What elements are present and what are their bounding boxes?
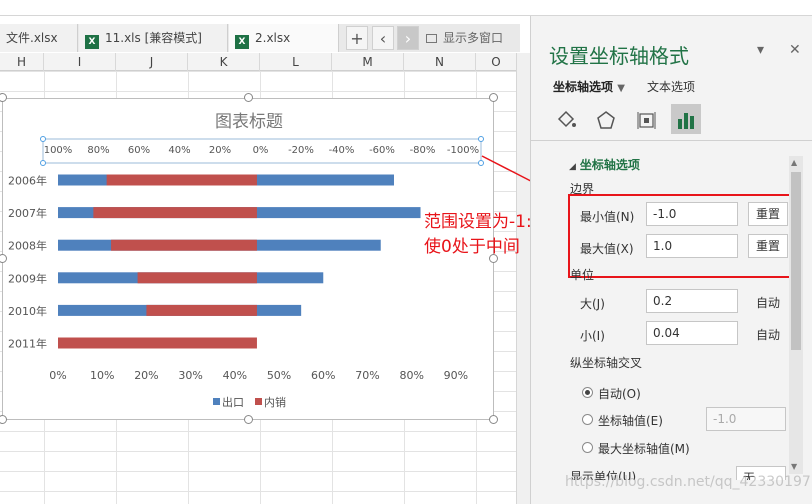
radio-axis-value-label[interactable]: 坐标轴值(E) (598, 412, 663, 429)
close-icon[interactable]: ✕ (789, 42, 801, 58)
major-unit-label: 大(J) (580, 297, 605, 311)
major-auto-label[interactable]: 自动 (756, 294, 780, 311)
panel-title: 设置坐标轴格式 (549, 44, 689, 68)
callout-line: 使0处于中间 (424, 237, 520, 257)
collapse-icon: ◢ (569, 162, 576, 172)
major-unit-input[interactable]: 0.2 (646, 289, 738, 313)
section-axis-options[interactable]: ◢ 坐标轴选项 (569, 156, 640, 173)
panel-scrollbar-thumb[interactable] (791, 172, 801, 350)
panel-divider (531, 140, 812, 141)
scroll-up-icon[interactable]: ▲ (791, 158, 797, 167)
watermark: https://blog.csdn.net/qq_42330197 (565, 474, 811, 490)
callout-line: 范围设置为-1:1 (424, 212, 543, 232)
minor-auto-label[interactable]: 自动 (756, 326, 780, 343)
radio-max-value[interactable] (582, 442, 593, 453)
tab-text-options[interactable]: 文本选项 (647, 78, 695, 95)
radio-auto[interactable] (582, 387, 593, 398)
fill-line-icon[interactable] (551, 104, 581, 134)
axis-value-input[interactable]: -1.0 (706, 407, 786, 431)
dropdown-icon[interactable]: ▾ (757, 42, 764, 58)
highlight-box (568, 194, 802, 278)
radio-max-value-label[interactable]: 最大坐标轴值(M) (598, 440, 690, 457)
radio-axis-value[interactable] (582, 414, 593, 425)
annotation-callout: 范围设置为-1:1 使0处于中间 (424, 210, 543, 260)
cross-label: 纵坐标轴交叉 (570, 356, 643, 370)
tab-axis-options[interactable]: 坐标轴选项 ▼ (553, 78, 625, 95)
chevron-down-icon: ▼ (617, 83, 625, 94)
tab-label: 坐标轴选项 (553, 80, 614, 94)
radio-auto-label[interactable]: 自动(O) (598, 385, 641, 402)
units-label: 单位 (570, 268, 595, 282)
axis-options-icon[interactable] (671, 104, 701, 134)
section-label: 坐标轴选项 (579, 158, 640, 172)
minor-unit-input[interactable]: 0.04 (646, 321, 738, 345)
size-properties-icon[interactable] (631, 104, 661, 134)
effects-icon[interactable] (591, 104, 621, 134)
minor-unit-label: 小(I) (580, 329, 605, 343)
scroll-down-icon[interactable]: ▼ (791, 462, 797, 471)
